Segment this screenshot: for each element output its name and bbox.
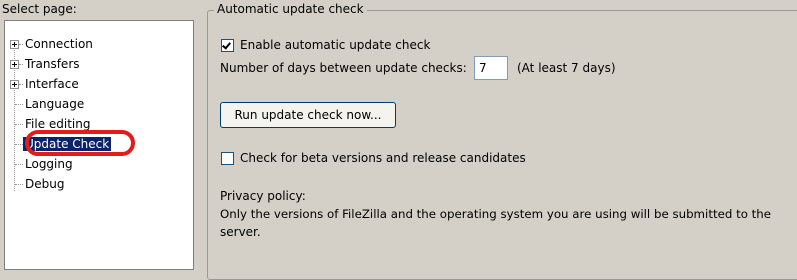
beta-versions-label: Check for beta versions and release cand…: [240, 151, 526, 165]
annotation-highlight-circle: [25, 130, 135, 156]
groupbox-title: Automatic update check: [214, 2, 367, 16]
privacy-policy-text-continued: server.: [220, 225, 261, 239]
tree-guide-line: [19, 64, 23, 65]
days-hint-label: (At least 7 days): [517, 61, 616, 75]
days-between-checks-input[interactable]: [474, 56, 508, 80]
tree-guide-line: [15, 164, 23, 165]
enable-update-check-row[interactable]: Enable automatic update check: [221, 36, 430, 54]
tree-item-label: Language: [25, 97, 85, 111]
expand-plus-icon[interactable]: [10, 40, 19, 49]
tree-guide-line: [15, 144, 23, 145]
run-update-check-button[interactable]: Run update check now...: [220, 102, 396, 128]
tree-item-label: Debug: [25, 177, 65, 191]
tree-item-label: Interface: [25, 77, 79, 91]
select-page-label: Select page:: [2, 2, 77, 16]
days-between-checks-label: Number of days between update checks:: [220, 61, 467, 75]
tree-item-transfers[interactable]: Transfers: [25, 56, 80, 72]
tree-item-label: Transfers: [25, 57, 80, 71]
tree-item-label: Logging: [25, 157, 73, 171]
tree-guide-line: [15, 124, 23, 125]
tree-item-interface[interactable]: Interface: [25, 76, 79, 92]
checkmark-icon: [222, 39, 231, 50]
tree-item-logging[interactable]: Logging: [25, 156, 73, 172]
enable-update-check-checkbox[interactable]: [221, 38, 234, 52]
expand-plus-icon[interactable]: [10, 60, 19, 69]
beta-versions-checkbox[interactable]: [221, 151, 234, 165]
tree-guide-line: [19, 44, 23, 45]
tree-guide-line: [19, 84, 23, 85]
tree-item-language[interactable]: Language: [25, 96, 84, 112]
tree-guide-line: [15, 184, 23, 185]
privacy-policy-heading: Privacy policy:: [220, 189, 306, 203]
tree-item-label: File editing: [25, 117, 91, 131]
privacy-policy-text: Only the versions of FileZilla and the o…: [220, 207, 772, 221]
tree-item-debug[interactable]: Debug: [25, 176, 64, 192]
tree-guide-line: [15, 104, 23, 105]
tree-item-label: Connection: [25, 37, 93, 51]
tree-item-connection[interactable]: Connection: [25, 36, 93, 52]
beta-versions-row[interactable]: Check for beta versions and release cand…: [221, 149, 526, 167]
expand-plus-icon[interactable]: [10, 80, 19, 89]
enable-update-check-label: Enable automatic update check: [240, 38, 431, 52]
